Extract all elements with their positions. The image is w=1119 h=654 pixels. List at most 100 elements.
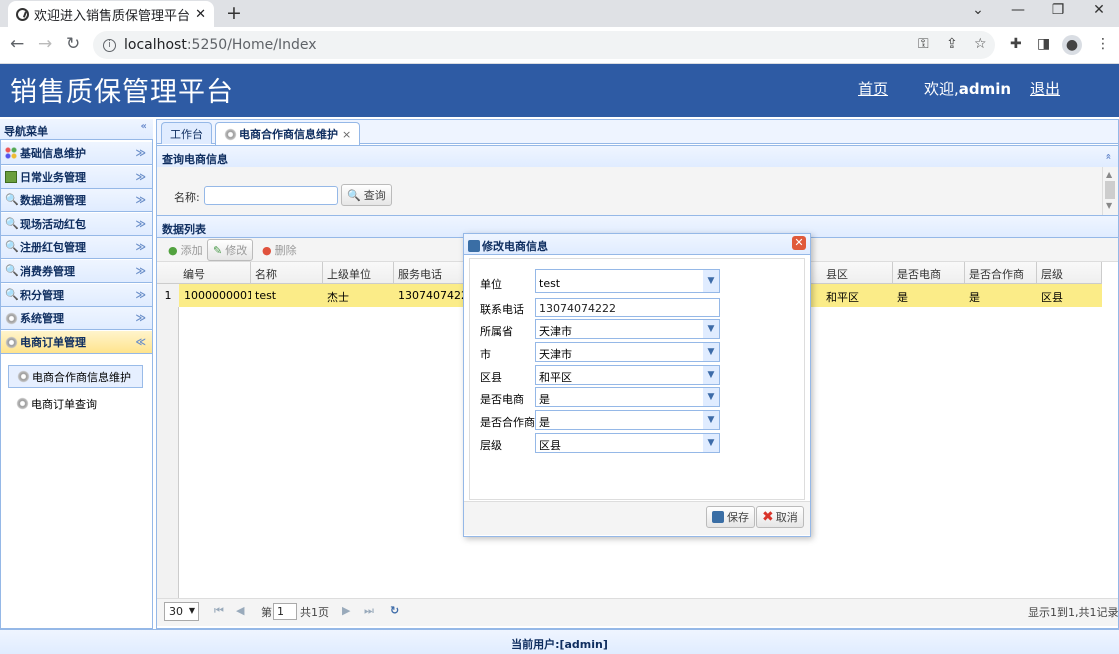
cell-county: 和平区	[826, 291, 859, 304]
page-number-input[interactable]: 1	[273, 603, 297, 620]
is-partner-select[interactable]: 是 ▼	[535, 410, 720, 430]
minimize-icon[interactable]: —	[998, 2, 1038, 18]
nav-title: 导航菜单 «	[0, 119, 153, 140]
menu-kebab-icon[interactable]: ⋮	[1096, 36, 1110, 52]
cancel-button[interactable]: ✖ 取消	[756, 506, 804, 528]
chevron-down-icon: ▼	[703, 388, 719, 406]
field-label-unit: 单位	[480, 278, 502, 291]
column-header-parent[interactable]: 上级单位	[323, 262, 394, 284]
chevron-down-icon: ▼	[703, 320, 719, 338]
url-input[interactable]: i localhost:5250/Home/Index	[93, 31, 995, 59]
column-header-is-partner[interactable]: 是否合作商	[965, 262, 1037, 284]
logout-link[interactable]: 退出	[1030, 78, 1060, 99]
next-page-icon[interactable]: ▶	[342, 604, 350, 617]
province-select[interactable]: 天津市 ▼	[535, 319, 720, 339]
share-icon[interactable]: ⇪	[946, 36, 958, 52]
cell-name: test	[255, 289, 277, 302]
column-header-is-ecommerce[interactable]: 是否电商	[893, 262, 965, 284]
pencil-icon: ✎	[213, 243, 223, 257]
nav-item-label: 电商订单查询	[31, 397, 97, 411]
key-icon[interactable]: ⚿	[918, 36, 929, 52]
city-select[interactable]: 天津市 ▼	[535, 342, 720, 362]
save-button[interactable]: 保存	[706, 506, 755, 528]
column-header-name[interactable]: 名称	[251, 262, 323, 284]
chevron-down-icon: ▼	[188, 606, 195, 615]
url-path: :5250/Home/Index	[186, 37, 317, 53]
nav-group-data-trace[interactable]: 🔍 数据追溯管理 ≫	[1, 189, 152, 212]
window-close-icon[interactable]: ✕	[1079, 2, 1119, 18]
chevron-down-icon: ≫	[135, 194, 146, 206]
extensions-icon[interactable]: ✚	[1010, 36, 1022, 52]
add-icon: ●	[168, 243, 178, 257]
gear-icon	[17, 370, 30, 383]
maximize-icon[interactable]: ❐	[1038, 2, 1078, 18]
tab-search-icon[interactable]: ⌄	[958, 2, 998, 18]
column-header-id[interactable]: 编号	[179, 262, 251, 284]
column-header-level[interactable]: 层级	[1037, 262, 1102, 284]
nav-item-order-query[interactable]: 电商订单查询	[8, 392, 143, 415]
prev-page-icon[interactable]: ◀	[236, 604, 244, 617]
level-select[interactable]: 区县 ▼	[535, 433, 720, 453]
sheet-icon	[5, 171, 17, 183]
tab-partner-maintenance[interactable]: 电商合作商信息维护 ×	[215, 122, 361, 145]
page-size-select[interactable]: 30 ▼	[164, 602, 199, 621]
dialog-close-icon[interactable]: ✕	[792, 236, 806, 250]
chevron-down-icon: ≫	[135, 171, 146, 183]
forward-icon[interactable]: →	[38, 34, 52, 54]
delete-button[interactable]: ● 删除	[256, 239, 303, 261]
favicon-icon	[16, 7, 29, 21]
last-page-icon[interactable]: ⏭	[364, 604, 374, 618]
field-label-county: 区县	[480, 371, 502, 384]
browser-tab[interactable]: 欢迎进入销售质保管理平台 ✕	[8, 1, 214, 27]
edit-button[interactable]: ✎ 修改	[207, 239, 254, 261]
nav-group-coupons[interactable]: 🔍 消费券管理 ≫	[1, 260, 152, 283]
field-label-province: 所属省	[480, 325, 513, 338]
query-section-header: 查询电商信息 «	[157, 145, 1118, 168]
county-select[interactable]: 和平区 ▼	[535, 365, 720, 385]
scrollbar[interactable]: ▲ ▼	[1102, 167, 1118, 215]
column-header-phone[interactable]: 服务电话	[394, 262, 464, 284]
site-info-icon[interactable]: i	[103, 38, 116, 52]
cell-is-ecommerce: 是	[897, 291, 908, 304]
column-header-county[interactable]: 县区	[822, 262, 893, 284]
search-button[interactable]: 🔍 查询	[341, 184, 392, 206]
nav-group-label: 数据追溯管理	[20, 194, 86, 207]
nav-group-onsite-redpacket[interactable]: 🔍 现场活动红包 ≫	[1, 213, 152, 236]
nav-group-points[interactable]: 🔍 积分管理 ≫	[1, 284, 152, 307]
collapse-panel-icon[interactable]: «	[141, 121, 148, 132]
delete-icon: ●	[262, 243, 272, 257]
back-icon[interactable]: ←	[10, 34, 24, 54]
nav-group-label: 积分管理	[20, 289, 64, 302]
home-link[interactable]: 首页	[858, 78, 888, 99]
collapse-icon[interactable]: «	[1102, 153, 1113, 157]
nav-group-ecommerce-orders[interactable]: 电商订单管理 ≪	[1, 331, 152, 354]
add-button[interactable]: ● 添加	[162, 239, 209, 261]
bookmark-star-icon[interactable]: ☆	[974, 36, 987, 52]
nav-group-register-redpacket[interactable]: 🔍 注册红包管理 ≫	[1, 236, 152, 259]
nav-item-partner-maintenance[interactable]: 电商合作商信息维护	[8, 365, 143, 388]
nav-group-daily-business[interactable]: 日常业务管理 ≫	[1, 166, 152, 189]
url-host: localhost	[124, 37, 187, 53]
reload-icon[interactable]: ↻	[66, 34, 80, 54]
refresh-icon[interactable]: ↻	[390, 604, 399, 617]
dialog-header[interactable]: 修改电商信息	[464, 234, 810, 255]
first-page-icon[interactable]: ⏮	[214, 604, 224, 618]
chevron-up-icon: ≪	[135, 336, 146, 348]
unit-select[interactable]: test ▼	[535, 269, 720, 293]
name-search-input[interactable]	[204, 186, 338, 205]
is-ecommerce-select[interactable]: 是 ▼	[535, 387, 720, 407]
tab-workbench[interactable]: 工作台	[161, 122, 212, 144]
new-tab-icon[interactable]: +	[226, 2, 242, 24]
welcome-prefix: 欢迎,	[924, 80, 959, 98]
profile-avatar-icon[interactable]: ●	[1062, 35, 1082, 55]
side-panel-icon[interactable]: ◨	[1037, 36, 1050, 52]
gear-icon	[5, 335, 18, 349]
tab-close-icon[interactable]: ✕	[195, 7, 206, 22]
tab-label: 电商合作商信息维护	[239, 128, 338, 141]
nav-group-system[interactable]: 系统管理 ≫	[1, 307, 152, 330]
search-button-label: 查询	[363, 189, 386, 202]
phone-input[interactable]: 13074074222	[535, 298, 720, 317]
gear-icon	[5, 311, 18, 325]
tab-close-icon[interactable]: ×	[342, 128, 351, 141]
nav-group-basic-info[interactable]: 基础信息维护 ≫	[1, 142, 152, 165]
